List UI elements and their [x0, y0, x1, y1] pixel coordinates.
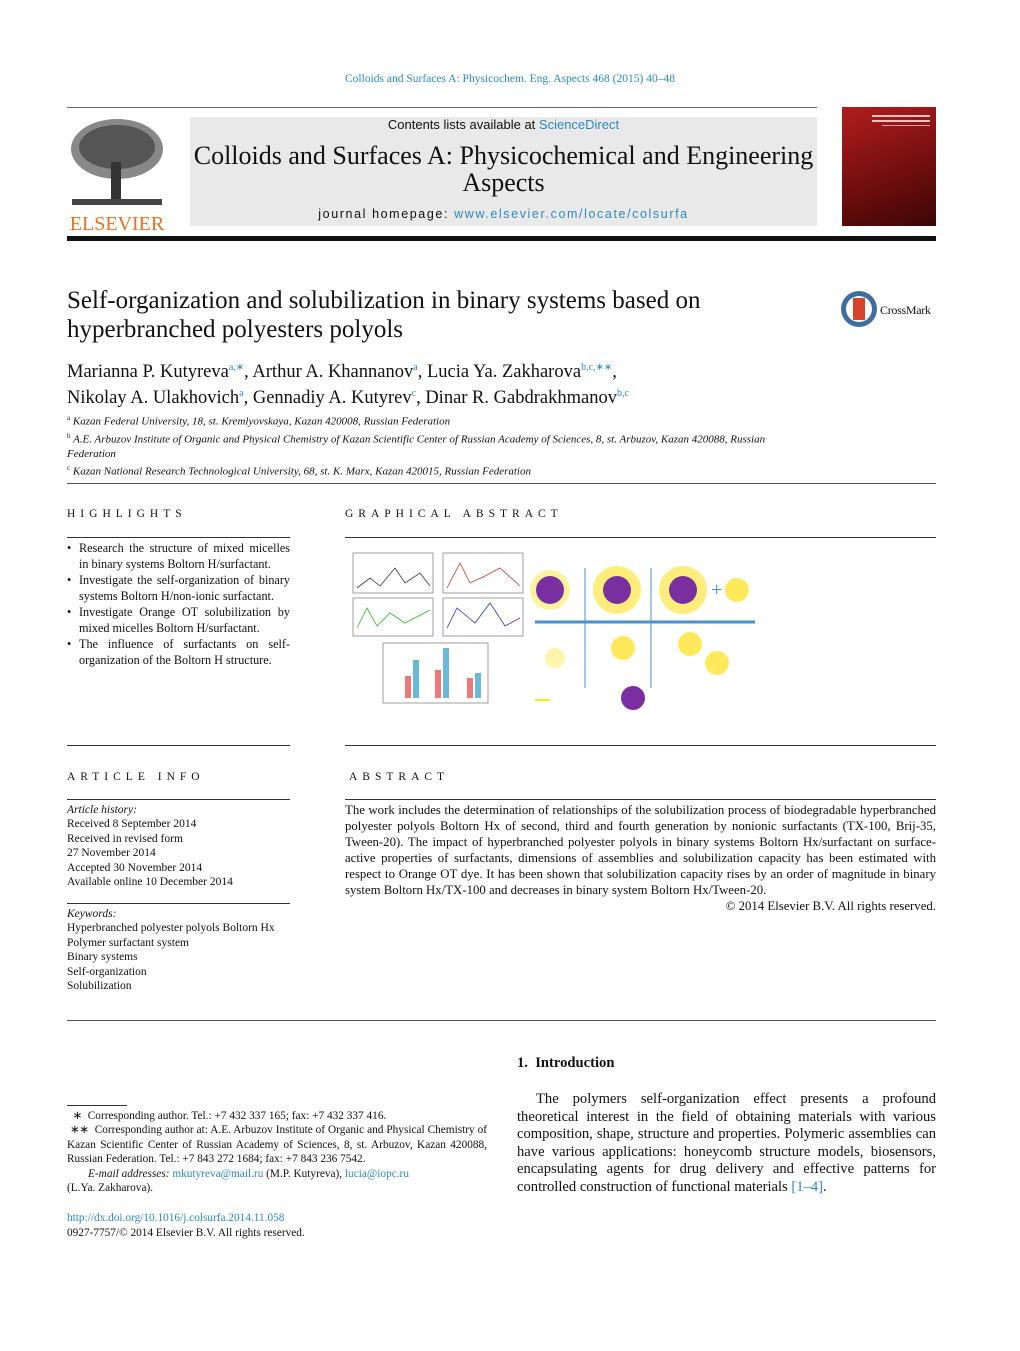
- journal-cover[interactable]: [842, 107, 936, 226]
- footnote: ∗ Corresponding author. Tel.: +7 432 337…: [67, 1110, 387, 1122]
- author[interactable]: Dinar R. Gabdrakhmanovb,c: [425, 388, 629, 408]
- homepage-label: journal homepage:: [318, 207, 455, 221]
- elsevier-wordmark: ELSEVIER: [69, 213, 165, 235]
- affiliations: a Kazan Federal University, 18, st. Krem…: [67, 411, 787, 479]
- email-link[interactable]: mkutyreva@mail.ru: [172, 1168, 263, 1180]
- homepage-link[interactable]: www.elsevier.com/locate/colsurfa: [454, 207, 689, 221]
- highlight-item: Investigate Orange OT solubilization by …: [67, 604, 290, 636]
- elsevier-tree-icon: [67, 117, 167, 209]
- highlights-heading: HIGHLIGHTS: [67, 508, 187, 520]
- graphical-abstract-image[interactable]: +: [345, 548, 765, 713]
- crossmark-icon: [841, 291, 877, 327]
- divider: [345, 799, 936, 800]
- history-label: Article history:: [67, 804, 137, 816]
- header-divider: [67, 107, 817, 108]
- history-item: Received 8 September 2014: [67, 818, 197, 831]
- introduction-heading: 1. Introduction: [517, 1055, 615, 1071]
- author[interactable]: Nikolay A. Ulakhovicha: [67, 388, 244, 408]
- keyword: Hyperbranched polyester polyols Boltorn …: [67, 922, 275, 935]
- graphical-abstract-heading: GRAPHICAL ABSTRACT: [345, 508, 563, 520]
- article-info-heading: ARTICLE INFO: [67, 771, 205, 783]
- footnote-rule: [67, 1105, 127, 1106]
- abstract-text: The work includes the determination of r…: [345, 803, 936, 897]
- author[interactable]: Lucia Ya. Zakharovab,c,∗∗: [427, 362, 612, 382]
- journal-citation[interactable]: Colloids and Surfaces A: Physicochem. En…: [0, 73, 1020, 85]
- history-item: Available online 10 December 2014: [67, 876, 233, 889]
- highlight-item: Investigate the self-organization of bin…: [67, 572, 290, 604]
- paper-page: Colloids and Surfaces A: Physicochem. En…: [0, 0, 1020, 1351]
- keywords: Keywords: Hyperbranched polyester polyol…: [67, 907, 282, 993]
- email-owner: (L.Ya. Zakharova).: [67, 1182, 154, 1195]
- affiliation: b A.E. Arbuzov Institute of Organic and …: [67, 431, 766, 460]
- keyword: Self-organization: [67, 965, 147, 978]
- elsevier-logo[interactable]: ELSEVIER: [67, 117, 167, 234]
- reference-link[interactable]: [1–4]: [791, 1179, 823, 1195]
- introduction-text: The polymers self-organization effect pr…: [517, 1091, 936, 1195]
- affiliation: a Kazan Federal University, 18, st. Krem…: [67, 414, 451, 428]
- author[interactable]: Marianna P. Kutyrevaa,∗: [67, 362, 244, 382]
- footnotes: ∗ Corresponding author. Tel.: +7 432 337…: [67, 1110, 490, 1239]
- history-item: Received in revised form: [67, 832, 183, 845]
- article-title: Self-organization and solubilization in …: [67, 287, 701, 343]
- divider: [67, 483, 936, 484]
- divider: [67, 903, 290, 904]
- highlight-item: Research the structure of mixed micelles…: [67, 540, 290, 572]
- divider: [67, 1020, 936, 1021]
- divider: [67, 537, 290, 538]
- article-history: Article history: Received 8 September 20…: [67, 803, 290, 889]
- footnote: ∗∗ Corresponding author at: A.E. Arbuzov…: [67, 1124, 490, 1166]
- doi-link[interactable]: http://dx.doi.org/10.1016/j.colsurfa.201…: [67, 1211, 487, 1225]
- crossmark-badge[interactable]: CrossMark: [840, 290, 940, 330]
- abstract: The work includes the determination of r…: [345, 803, 936, 915]
- email-link[interactable]: lucia@iopc.ru: [345, 1168, 409, 1180]
- divider: [67, 799, 290, 800]
- header-rule: [67, 236, 936, 241]
- issn-copyright: 0927-7757/© 2014 Elsevier B.V. All right…: [67, 1226, 305, 1239]
- highlight-item: The influence of surfactants on self-org…: [67, 636, 290, 668]
- email-label: E-mail addresses:: [88, 1167, 170, 1180]
- highlights-list: Research the structure of mixed micelles…: [67, 540, 290, 668]
- abstract-heading: ABSTRACT: [349, 771, 450, 783]
- keyword: Polymer surfactant system: [67, 936, 190, 949]
- keyword: Solubilization: [67, 980, 132, 993]
- abstract-copyright: © 2014 Elsevier B.V. All rights reserved…: [725, 899, 936, 914]
- journal-header: Contents lists available at ScienceDirec…: [190, 117, 817, 226]
- history-item: Accepted 30 November 2014: [67, 861, 203, 874]
- history-item: 27 November 2014: [67, 847, 156, 860]
- sciencedirect-link[interactable]: ScienceDirect: [539, 117, 619, 132]
- crossmark-label: CrossMark: [880, 303, 931, 317]
- divider: [345, 537, 936, 538]
- divider: [67, 745, 290, 746]
- keyword: Binary systems: [67, 951, 138, 964]
- affiliation: c Kazan National Research Technological …: [67, 464, 531, 478]
- contents-label: Contents lists available at: [387, 117, 539, 132]
- journal-title[interactable]: Colloids and Surfaces A: Physicochemical…: [190, 142, 817, 196]
- author-list: Marianna P. Kutyrevaa,∗, Arthur A. Khann…: [67, 362, 629, 409]
- svg-text:+: +: [711, 579, 722, 601]
- keywords-label: Keywords:: [67, 908, 117, 920]
- author[interactable]: Gennadiy A. Kutyrevc: [253, 388, 416, 408]
- divider: [345, 745, 936, 746]
- author[interactable]: Arthur A. Khannanova: [252, 362, 417, 382]
